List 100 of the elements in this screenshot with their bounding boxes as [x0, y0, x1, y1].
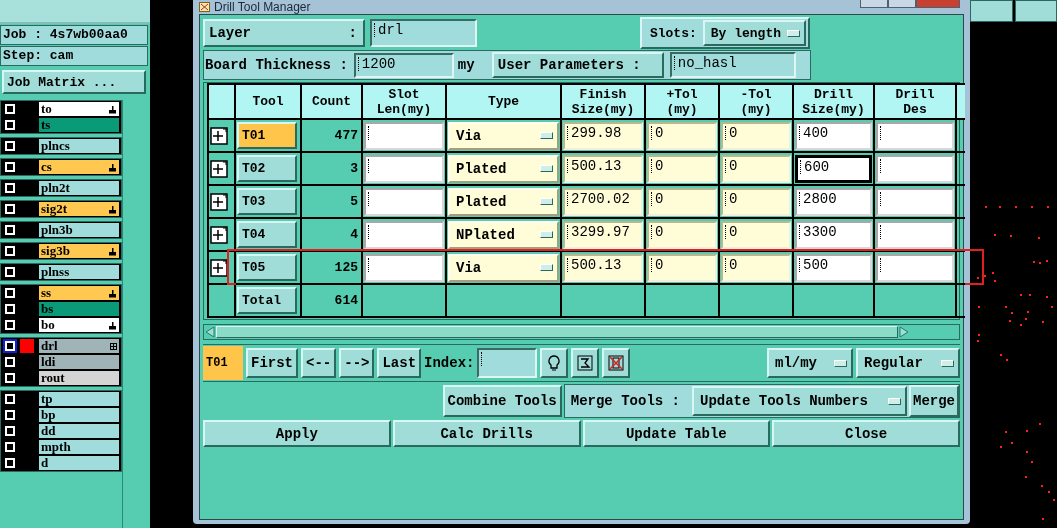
slots-label: Slots: — [649, 25, 697, 41]
maximize-button[interactable] — [888, 0, 916, 8]
finish-size-field[interactable]: 3299.97 — [563, 220, 643, 249]
type-dropdown[interactable]: Plated — [448, 154, 559, 183]
nav-button[interactable]: <-- — [301, 348, 337, 378]
type-dropdown[interactable]: Via — [448, 253, 559, 282]
unit-dropdown[interactable]: ml/my — [767, 348, 853, 378]
drill-description-field[interactable] — [876, 253, 954, 282]
layer-item[interactable]: cs — [39, 160, 119, 174]
layer-item[interactable]: plnss — [39, 265, 119, 279]
minus-tolerance-field[interactable]: 0 — [721, 121, 791, 150]
mode-dropdown[interactable]: Regular — [856, 348, 960, 378]
type-dropdown[interactable]: Plated — [448, 187, 559, 216]
layer-item[interactable]: d — [39, 456, 119, 470]
minus-tolerance-field[interactable]: 0 — [721, 253, 791, 282]
minus-tolerance-field[interactable]: 0 — [721, 187, 791, 216]
nav-button[interactable]: --> — [339, 348, 375, 378]
drill-description-field[interactable] — [876, 187, 954, 216]
tool-button[interactable]: T03 — [237, 188, 297, 215]
layer-button[interactable]: Layer : — [203, 19, 365, 47]
bulb-button[interactable] — [540, 348, 569, 378]
job-matrix-button[interactable]: Job Matrix ... — [2, 70, 146, 94]
drill-size-field[interactable]: 500 — [795, 253, 872, 282]
action-button[interactable]: Calc Drills — [392, 420, 581, 447]
finish-size-field[interactable]: 500.13 — [563, 253, 643, 282]
minus-tolerance-field[interactable]: 0 — [721, 154, 791, 183]
layer-item[interactable]: bp — [39, 408, 119, 422]
merge-mode-dropdown[interactable]: Update Tools Numbers — [692, 386, 907, 416]
expand-icon — [210, 159, 228, 178]
layer-item[interactable]: pln3b — [39, 223, 119, 237]
tool-button[interactable]: T04 — [237, 221, 297, 248]
nav-button[interactable]: Last — [377, 348, 422, 378]
merge-button[interactable]: Merge — [909, 385, 959, 417]
thickness-field[interactable]: 1200 — [353, 52, 454, 78]
nav-button[interactable]: First — [246, 348, 298, 378]
layer-item[interactable]: bs — [39, 302, 119, 316]
layer-item[interactable]: dd — [39, 424, 119, 438]
combine-tools-button[interactable]: Combine Tools — [442, 385, 562, 417]
drill-size-field[interactable]: 600 — [795, 154, 872, 183]
step-label: Step: cam — [0, 46, 148, 66]
plus-tolerance-field[interactable]: 0 — [647, 154, 717, 183]
drill-size-field[interactable]: 400 — [795, 121, 872, 150]
type-dropdown[interactable]: NPlated — [448, 220, 559, 249]
total-button[interactable]: Total — [237, 287, 297, 314]
layer-item[interactable]: bo — [39, 318, 119, 332]
table-cell: 614 — [302, 285, 363, 318]
layer-item[interactable]: to — [39, 102, 119, 116]
layer-name: to — [41, 102, 52, 116]
drill-size-field[interactable]: 2800 — [795, 187, 872, 216]
action-button[interactable]: Apply — [203, 420, 391, 447]
drill-description-field[interactable] — [876, 121, 954, 150]
layer-name: bp — [41, 408, 56, 422]
tool-button[interactable]: T05 — [237, 254, 297, 281]
type-dropdown[interactable]: Via — [448, 121, 559, 150]
refresh-button[interactable] — [571, 348, 600, 378]
index-field[interactable] — [477, 348, 538, 378]
action-button[interactable]: Close — [772, 420, 960, 447]
layer-item[interactable]: mpth — [39, 440, 119, 454]
tool-button[interactable]: T01 — [237, 122, 297, 149]
plus-tolerance-field[interactable]: 0 — [647, 220, 717, 249]
layer-item[interactable]: tp — [39, 392, 119, 406]
slot-length-field[interactable] — [364, 253, 444, 282]
layer-item[interactable]: plncs — [39, 139, 119, 153]
user-parameters-field[interactable]: no_hasl — [669, 52, 796, 78]
layer-item[interactable]: sig2t — [39, 202, 119, 216]
layer-item[interactable]: ts — [39, 118, 119, 132]
layer-name: drl — [41, 339, 58, 353]
finish-size-field[interactable]: 299.98 — [563, 121, 643, 150]
slot-length-field[interactable] — [364, 121, 444, 150]
plus-tolerance-field[interactable]: 0 — [647, 253, 717, 282]
action-button[interactable]: Update Table — [582, 420, 771, 447]
toolbar-button[interactable] — [1014, 0, 1057, 22]
delete-button[interactable] — [602, 348, 631, 378]
layer-item[interactable]: rout — [39, 371, 119, 385]
layer-field[interactable]: drl — [370, 19, 477, 47]
app-icon — [199, 2, 210, 12]
plus-tolerance-field[interactable]: 0 — [647, 121, 717, 150]
drill-size-field[interactable]: 3300 — [795, 220, 872, 249]
drill-description-field[interactable] — [876, 154, 954, 183]
layer-item[interactable]: sig3b — [39, 244, 119, 258]
slot-length-field[interactable] — [364, 154, 444, 183]
tool-button[interactable]: T02 — [237, 155, 297, 182]
layer-name: cs — [41, 160, 52, 174]
merge-tools-label: Merge Tools : — [570, 393, 680, 409]
layer-item[interactable]: ldi — [39, 355, 119, 369]
finish-size-field[interactable]: 2700.02 — [563, 187, 643, 216]
drill-description-field[interactable] — [876, 220, 954, 249]
layer-item[interactable]: pln2t — [39, 181, 119, 195]
slot-length-field[interactable] — [364, 220, 444, 249]
layer-item[interactable]: ss — [39, 286, 119, 300]
layer-name: mpth — [41, 440, 71, 454]
user-parameters-button[interactable]: User Parameters : — [491, 52, 664, 78]
slots-dropdown[interactable]: By length — [702, 20, 806, 46]
minimize-button[interactable] — [860, 0, 888, 8]
finish-size-field[interactable]: 500.13 — [563, 154, 643, 183]
minus-tolerance-field[interactable]: 0 — [721, 220, 791, 249]
slot-length-field[interactable] — [364, 187, 444, 216]
layer-name: rout — [41, 371, 65, 385]
layer-item[interactable]: drl — [39, 339, 119, 353]
plus-tolerance-field[interactable]: 0 — [647, 187, 717, 216]
